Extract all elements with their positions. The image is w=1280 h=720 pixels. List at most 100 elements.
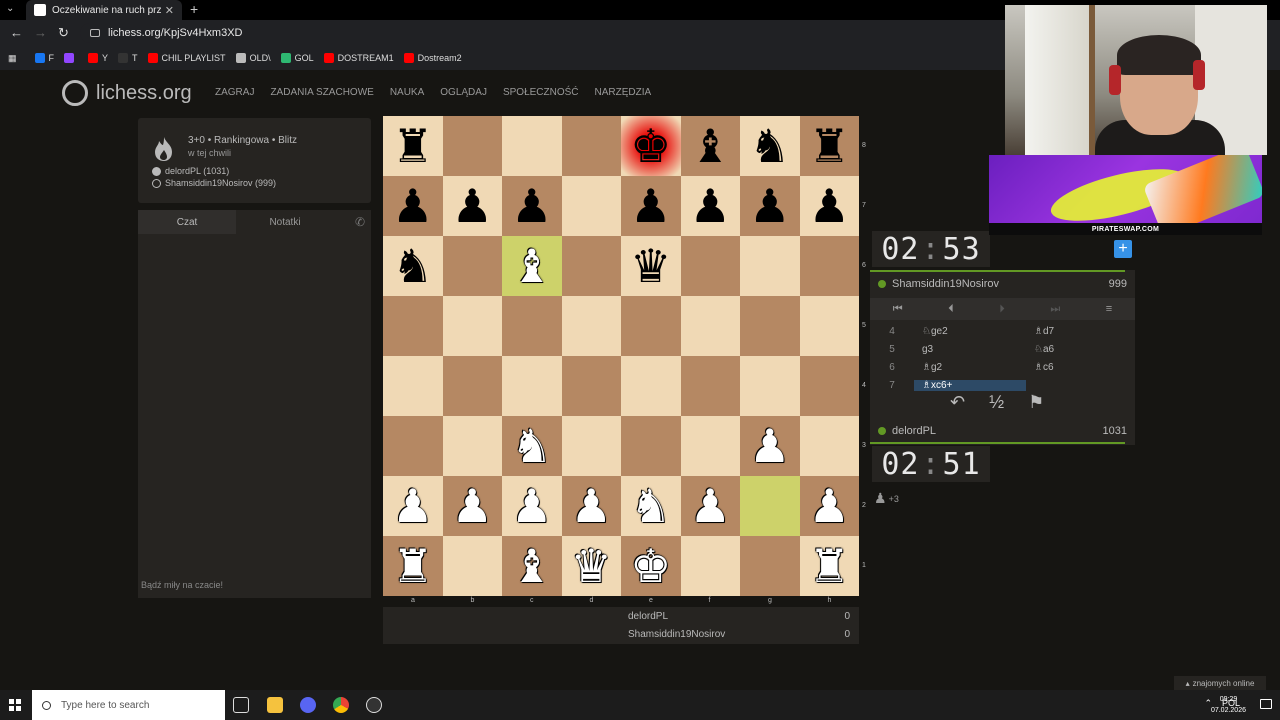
black-pawn-icon[interactable]: ♟ bbox=[690, 183, 731, 229]
square-e3[interactable] bbox=[621, 416, 681, 476]
nav-play[interactable]: ZAGRAJ bbox=[215, 87, 254, 98]
add-time-button[interactable]: + bbox=[1114, 240, 1132, 258]
black-move[interactable]: ♗c6 bbox=[1026, 362, 1126, 373]
bookmark-item[interactable]: Dostream2 bbox=[403, 53, 462, 63]
file-explorer-icon[interactable] bbox=[267, 697, 283, 713]
lichess-logo[interactable]: lichess.org bbox=[62, 80, 192, 106]
white-knight-icon[interactable]: ♞ bbox=[630, 483, 671, 529]
system-clock[interactable]: 09:29 07.02.2026 bbox=[1211, 694, 1246, 716]
white-pawn-icon[interactable]: ♟ bbox=[690, 483, 731, 529]
black-player-line[interactable]: Shamsiddin19Nosirov (999) bbox=[152, 178, 276, 188]
black-pawn-icon[interactable]: ♟ bbox=[452, 183, 493, 229]
square-d3[interactable] bbox=[561, 416, 621, 476]
square-g5[interactable] bbox=[740, 296, 800, 356]
square-b7[interactable]: ♟ bbox=[442, 176, 502, 236]
bookmark-item[interactable]: DOSTREAM1 bbox=[323, 53, 394, 63]
square-b1[interactable] bbox=[442, 536, 502, 596]
square-a5[interactable] bbox=[383, 296, 443, 356]
square-b2[interactable]: ♟ bbox=[442, 476, 502, 536]
square-e1[interactable]: ♚ bbox=[621, 536, 681, 596]
white-rook-icon[interactable]: ♜ bbox=[809, 543, 850, 589]
site-info-icon[interactable] bbox=[90, 29, 100, 37]
square-d6[interactable] bbox=[561, 236, 621, 296]
close-tab-icon[interactable]: ✕ bbox=[165, 4, 174, 17]
square-e7[interactable]: ♟ bbox=[621, 176, 681, 236]
bookmark-item[interactable] bbox=[64, 53, 78, 63]
tab-chat[interactable]: Czat bbox=[138, 210, 236, 234]
square-f4[interactable] bbox=[680, 356, 740, 416]
black-pawn-icon[interactable]: ♟ bbox=[809, 183, 850, 229]
white-move[interactable]: ♘ge2 bbox=[914, 326, 1026, 337]
square-g7[interactable]: ♟ bbox=[740, 176, 800, 236]
black-pawn-icon[interactable]: ♟ bbox=[630, 183, 671, 229]
white-move[interactable]: ♗g2 bbox=[914, 362, 1026, 373]
square-h6[interactable] bbox=[799, 236, 859, 296]
chat-input[interactable]: Bądź miły na czacie! bbox=[138, 580, 371, 598]
square-a2[interactable]: ♟ bbox=[383, 476, 443, 536]
square-f2[interactable]: ♟ bbox=[680, 476, 740, 536]
white-pawn-icon[interactable]: ♟ bbox=[392, 483, 433, 529]
square-h1[interactable]: ♜ bbox=[799, 536, 859, 596]
back-icon[interactable]: ← bbox=[10, 25, 23, 40]
next-move-icon[interactable]: ⏵ bbox=[999, 303, 1005, 316]
square-e4[interactable] bbox=[621, 356, 681, 416]
square-c4[interactable] bbox=[502, 356, 562, 416]
voice-chat-icon[interactable]: ✆ bbox=[355, 215, 365, 229]
white-knight-icon[interactable]: ♞ bbox=[511, 423, 552, 469]
black-rook-icon[interactable]: ♜ bbox=[392, 123, 433, 169]
square-h8[interactable]: ♜ bbox=[799, 116, 859, 176]
black-knight-icon[interactable]: ♞ bbox=[392, 243, 433, 289]
white-king-icon[interactable]: ♚ bbox=[630, 543, 671, 589]
black-king-icon[interactable]: ♚ bbox=[630, 123, 671, 169]
tab-notes[interactable]: Notatki bbox=[236, 210, 334, 234]
white-pawn-icon[interactable]: ♟ bbox=[809, 483, 850, 529]
square-h5[interactable] bbox=[799, 296, 859, 356]
black-bishop-icon[interactable]: ♝ bbox=[690, 123, 731, 169]
square-a6[interactable]: ♞ bbox=[383, 236, 443, 296]
square-h2[interactable]: ♟ bbox=[799, 476, 859, 536]
white-bishop-icon[interactable]: ♝ bbox=[511, 243, 552, 289]
square-c2[interactable]: ♟ bbox=[502, 476, 562, 536]
square-c5[interactable] bbox=[502, 296, 562, 356]
forward-icon[interactable]: → bbox=[34, 25, 47, 40]
browser-tab[interactable]: Oczekiwanie na ruch przeciwnika ✕ bbox=[26, 0, 182, 20]
square-e2[interactable]: ♞ bbox=[621, 476, 681, 536]
square-f7[interactable]: ♟ bbox=[680, 176, 740, 236]
offer-draw-icon[interactable]: ½ bbox=[989, 392, 1004, 413]
white-rook-icon[interactable]: ♜ bbox=[392, 543, 433, 589]
square-c6[interactable]: ♝ bbox=[502, 236, 562, 296]
first-move-icon[interactable]: ⏮ bbox=[893, 303, 903, 316]
last-move-icon[interactable]: ⏭ bbox=[1050, 303, 1060, 316]
windows-start-icon[interactable] bbox=[9, 699, 21, 711]
square-b4[interactable] bbox=[442, 356, 502, 416]
square-b3[interactable] bbox=[442, 416, 502, 476]
square-g8[interactable]: ♞ bbox=[740, 116, 800, 176]
square-g2[interactable] bbox=[740, 476, 800, 536]
square-g1[interactable] bbox=[740, 536, 800, 596]
square-b6[interactable] bbox=[442, 236, 502, 296]
white-move[interactable]: g3 bbox=[914, 344, 1026, 355]
white-move[interactable]: ♗xc6+ bbox=[914, 379, 1026, 391]
square-g4[interactable] bbox=[740, 356, 800, 416]
black-move[interactable]: ♘a6 bbox=[1026, 344, 1126, 355]
black-queen-icon[interactable]: ♛ bbox=[630, 243, 671, 289]
black-pawn-icon[interactable]: ♟ bbox=[749, 183, 790, 229]
black-rook-icon[interactable]: ♜ bbox=[809, 123, 850, 169]
bookmark-item[interactable]: T bbox=[118, 53, 138, 63]
square-d4[interactable] bbox=[561, 356, 621, 416]
square-c8[interactable] bbox=[502, 116, 562, 176]
square-f3[interactable] bbox=[680, 416, 740, 476]
white-pawn-icon[interactable]: ♟ bbox=[571, 483, 612, 529]
chrome-icon[interactable] bbox=[333, 697, 349, 713]
square-g3[interactable]: ♟ bbox=[740, 416, 800, 476]
white-player-line[interactable]: delordPL (1031) bbox=[152, 166, 229, 176]
square-d5[interactable] bbox=[561, 296, 621, 356]
square-f1[interactable] bbox=[680, 536, 740, 596]
bookmark-item[interactable]: CHIL PLAYLIST bbox=[147, 53, 226, 63]
square-h3[interactable] bbox=[799, 416, 859, 476]
black-pawn-icon[interactable]: ♟ bbox=[392, 183, 433, 229]
square-a1[interactable]: ♜ bbox=[383, 536, 443, 596]
nav-puzzles[interactable]: ZADANIA SZACHOWE bbox=[270, 87, 373, 98]
tab-search-icon[interactable]: ⌄ bbox=[6, 3, 14, 14]
square-e5[interactable] bbox=[621, 296, 681, 356]
